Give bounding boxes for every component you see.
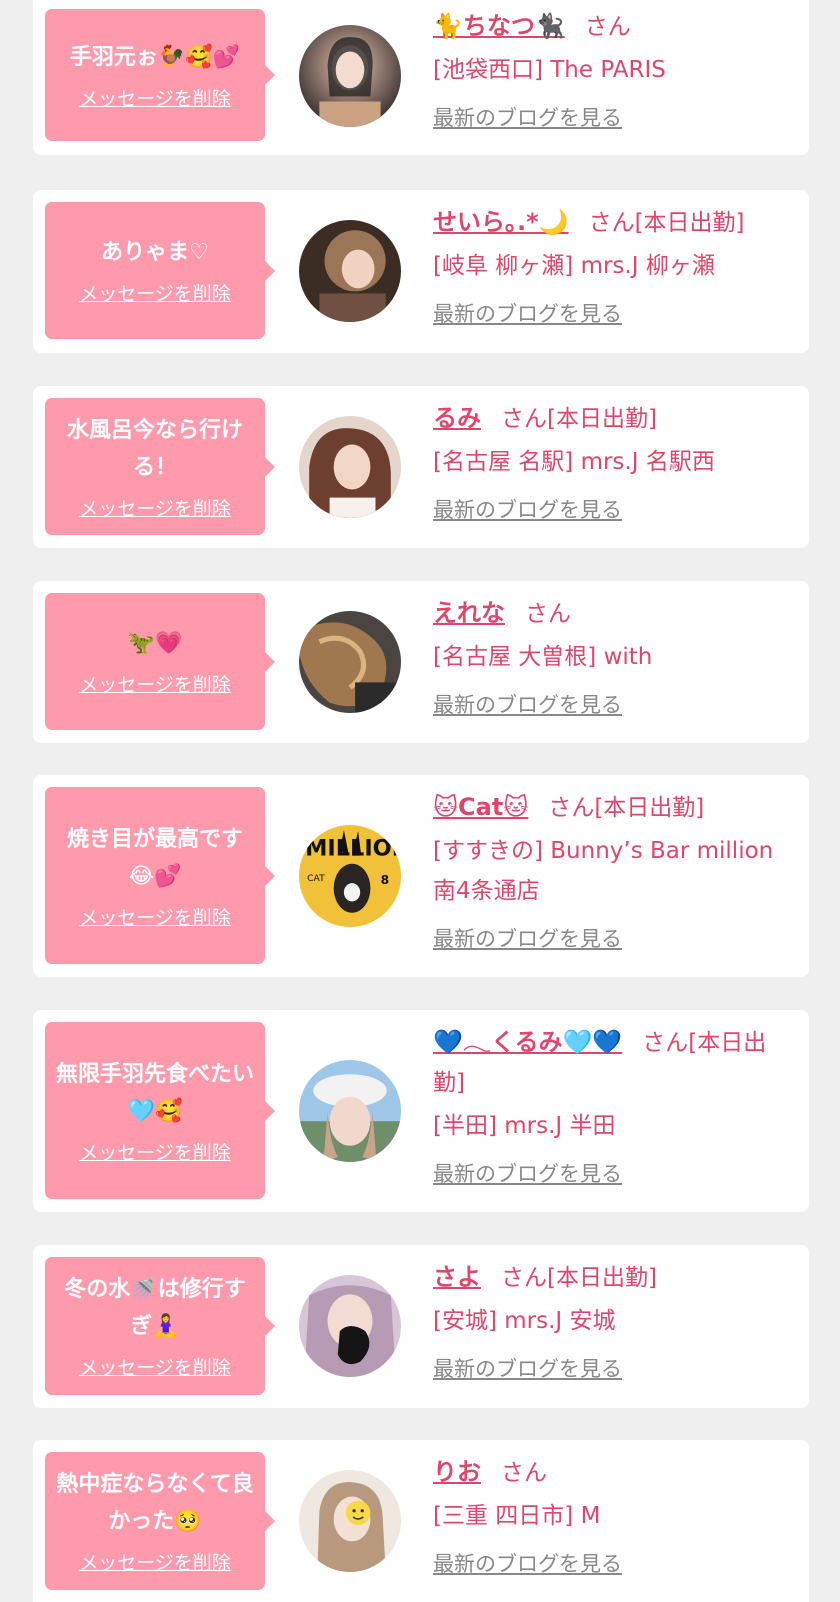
- latest-blog-link[interactable]: 最新のブログを見る: [433, 298, 622, 328]
- delete-message-link[interactable]: メッセージを削除: [79, 1355, 231, 1381]
- girl-info: さよ さん[本日出勤] [安城] mrs.J 安城 最新のブログを見る: [433, 1257, 789, 1383]
- delete-message-link[interactable]: メッセージを削除: [79, 672, 231, 698]
- avatar[interactable]: MILLION CAT 8: [299, 825, 401, 927]
- honorific: さん: [501, 1460, 547, 1486]
- avatar[interactable]: [299, 1275, 401, 1377]
- message-text: 無限手羽先食べたい🩵🥰: [55, 1061, 254, 1124]
- girl-name-link[interactable]: 🐈ちなつ🐈‍⬛: [433, 12, 565, 40]
- svg-text:CAT: CAT: [307, 873, 325, 884]
- shop-name: [三重 四日市] M: [433, 1503, 601, 1529]
- girl-name-link[interactable]: さよ: [433, 1263, 481, 1291]
- delete-message-link[interactable]: メッセージを削除: [79, 1550, 231, 1576]
- message-card: 水風呂今なら行ける！ メッセージを削除 るみ さん[本日出勤] [名古屋 名駅] …: [33, 386, 809, 548]
- honorific: さん[本日出勤]: [588, 210, 745, 236]
- message-bubble: 熱中症ならなくて良かった🥺 メッセージを削除: [45, 1452, 275, 1590]
- avatar[interactable]: [299, 1060, 401, 1162]
- message-bubble: 🦖💗 メッセージを削除: [45, 593, 275, 730]
- latest-blog-link[interactable]: 最新のブログを見る: [433, 102, 622, 132]
- girl-name-link[interactable]: せいら｡.*🌙: [433, 208, 569, 236]
- girl-info: りお さん [三重 四日市] M 最新のブログを見る: [433, 1452, 789, 1578]
- latest-blog-link[interactable]: 最新のブログを見る: [433, 1353, 622, 1383]
- delete-message-link[interactable]: メッセージを削除: [79, 905, 231, 931]
- message-text: 手羽元ぉ🐓🥰💕: [69, 44, 241, 70]
- latest-blog-link[interactable]: 最新のブログを見る: [433, 1158, 622, 1188]
- girl-info: るみ さん[本日出勤] [名古屋 名駅] mrs.J 名駅西 最新のブログを見る: [433, 398, 789, 524]
- girl-info: 🐈ちなつ🐈‍⬛ さん [池袋西口] The PARIS 最新のブログを見る: [433, 6, 789, 132]
- girl-name-link[interactable]: えれな: [433, 599, 505, 627]
- message-bubble: 水風呂今なら行ける！ メッセージを削除: [45, 398, 275, 535]
- avatar[interactable]: [299, 416, 401, 518]
- message-card: 焼き目が最高です😂💕 メッセージを削除 MILLION CAT 8 🐱Cat🐱 さん[…: [33, 775, 809, 977]
- delete-message-link[interactable]: メッセージを削除: [79, 1140, 231, 1166]
- message-bubble: ありゃま♡ メッセージを削除: [45, 202, 275, 339]
- delete-message-link[interactable]: メッセージを削除: [79, 496, 231, 522]
- latest-blog-link[interactable]: 最新のブログを見る: [433, 494, 622, 524]
- message-bubble: 手羽元ぉ🐓🥰💕 メッセージを削除: [45, 9, 275, 141]
- honorific: さん[本日出勤]: [501, 1265, 657, 1291]
- honorific: さん[本日出勤]: [501, 406, 657, 432]
- message-card: ありゃま♡ メッセージを削除 せいら｡.*🌙 さん[本日出勤] [岐阜 柳ヶ瀬] …: [33, 190, 809, 353]
- shop-name: [名古屋 名駅] mrs.J 名駅西: [433, 449, 715, 475]
- message-card: 手羽元ぉ🐓🥰💕 メッセージを削除 🐈ちなつ🐈‍⬛ さん [池袋西口] The PA…: [33, 0, 809, 155]
- svg-text:MILLION: MILLION: [305, 836, 401, 862]
- message-text: 熱中症ならなくて良かった🥺: [56, 1472, 254, 1534]
- girl-name-link[interactable]: 🐱Cat🐱: [433, 793, 528, 821]
- svg-text:8: 8: [381, 873, 390, 887]
- honorific: さん[本日出勤]: [548, 795, 705, 821]
- latest-blog-link[interactable]: 最新のブログを見る: [433, 923, 622, 953]
- latest-blog-link[interactable]: 最新のブログを見る: [433, 1548, 622, 1578]
- shop-name: [すすきの] Bunny’s Bar million 南4条通店: [433, 838, 774, 904]
- shop-name: [池袋西口] The PARIS: [433, 57, 666, 83]
- message-text: ありゃま♡: [101, 240, 209, 265]
- delete-message-link[interactable]: メッセージを削除: [79, 281, 231, 307]
- message-card: 無限手羽先食べたい🩵🥰 メッセージを削除 💙𓂃くるみ🩵💙 さん[本日出勤] [半田…: [33, 1010, 809, 1212]
- girl-info: えれな さん [名古屋 大曽根] with 最新のブログを見る: [433, 593, 789, 719]
- delete-message-link[interactable]: メッセージを削除: [79, 86, 231, 112]
- honorific: さん: [584, 14, 631, 40]
- message-card: 🦖💗 メッセージを削除 えれな さん [名古屋 大曽根] with 最新のブログを…: [33, 581, 809, 743]
- message-text: 🦖💗: [127, 631, 183, 656]
- message-list: 手羽元ぉ🐓🥰💕 メッセージを削除 🐈ちなつ🐈‍⬛ さん [池袋西口] The PA…: [0, 0, 840, 1602]
- avatar[interactable]: [299, 1470, 401, 1572]
- shop-name: [名古屋 大曽根] with: [433, 644, 653, 670]
- message-bubble: 無限手羽先食べたい🩵🥰 メッセージを削除: [45, 1022, 275, 1199]
- message-text: 水風呂今なら行ける！: [66, 417, 243, 480]
- message-card: 熱中症ならなくて良かった🥺 メッセージを削除 りお さん [三重 四日市] M 最…: [33, 1440, 809, 1602]
- shop-name: [安城] mrs.J 安城: [433, 1308, 616, 1334]
- message-text: 冬の水🚿は修行すぎ🧘‍♀️: [64, 1277, 246, 1339]
- avatar[interactable]: [299, 25, 401, 127]
- message-bubble: 冬の水🚿は修行すぎ🧘‍♀️ メッセージを削除: [45, 1257, 275, 1395]
- girl-name-link[interactable]: るみ: [433, 404, 481, 432]
- latest-blog-link[interactable]: 最新のブログを見る: [433, 689, 622, 719]
- shop-name: [岐阜 柳ヶ瀬] mrs.J 柳ヶ瀬: [433, 253, 715, 279]
- message-card: 冬の水🚿は修行すぎ🧘‍♀️ メッセージを削除 さよ さん[本日出勤] [安城] m…: [33, 1245, 809, 1408]
- girl-info: 💙𓂃くるみ🩵💙 さん[本日出勤] [半田] mrs.J 半田 最新のブログを見る: [433, 1022, 789, 1188]
- shop-name: [半田] mrs.J 半田: [433, 1113, 616, 1139]
- message-text: 焼き目が最高です😂💕: [66, 826, 243, 889]
- girl-name-link[interactable]: りお: [433, 1458, 481, 1486]
- avatar[interactable]: [299, 220, 401, 322]
- honorific: さん: [525, 601, 571, 627]
- message-bubble: 焼き目が最高です😂💕 メッセージを削除: [45, 787, 275, 964]
- girl-info: 🐱Cat🐱 さん[本日出勤] [すすきの] Bunny’s Bar million…: [433, 787, 789, 953]
- girl-name-link[interactable]: 💙𓂃くるみ🩵💙: [433, 1028, 622, 1056]
- girl-info: せいら｡.*🌙 さん[本日出勤] [岐阜 柳ヶ瀬] mrs.J 柳ヶ瀬 最新のブロ…: [433, 202, 789, 328]
- avatar[interactable]: [299, 611, 401, 713]
